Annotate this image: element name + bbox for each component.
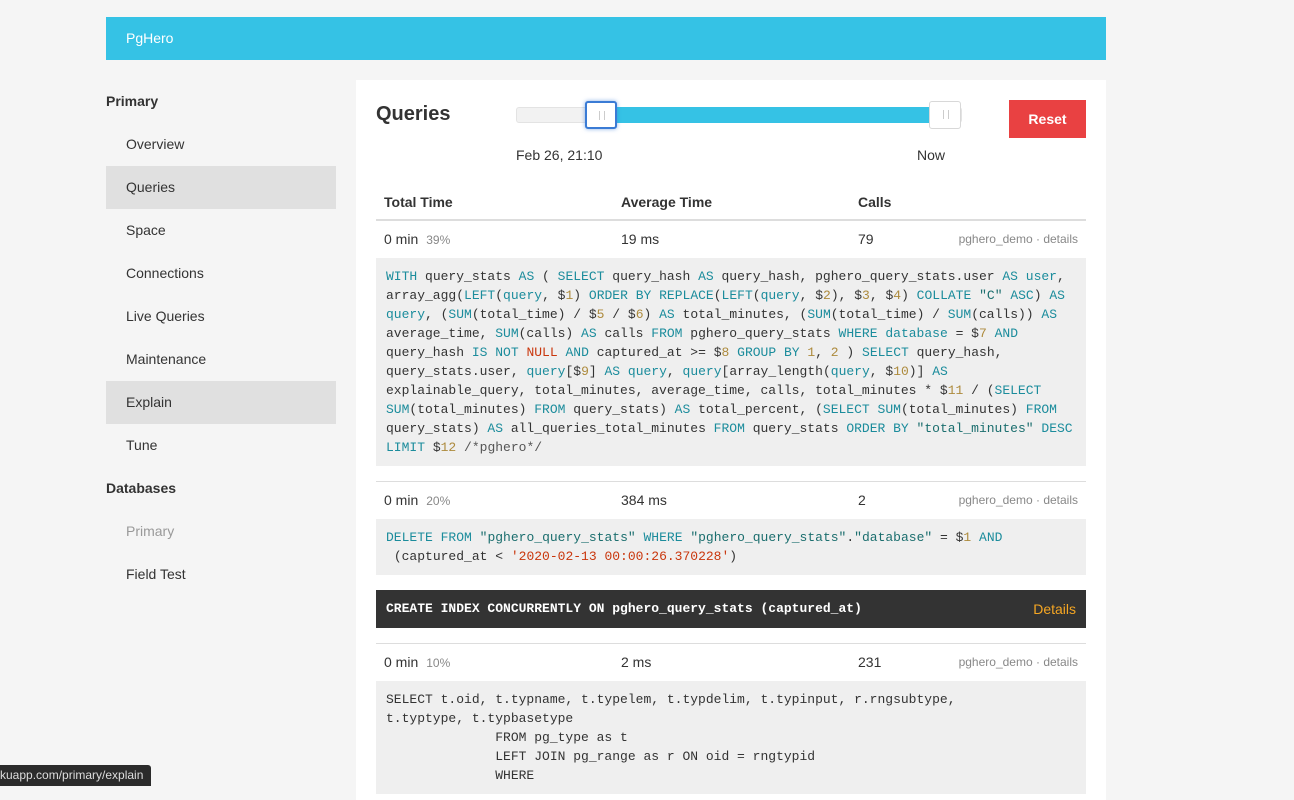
details-link[interactable]: details bbox=[1043, 232, 1078, 246]
percent-value: 20% bbox=[426, 494, 451, 508]
database-name: pghero_demo bbox=[958, 232, 1033, 246]
database-name: pghero_demo bbox=[958, 655, 1033, 669]
header-calls: Calls bbox=[858, 194, 892, 210]
sidebar-item-maintenance[interactable]: Maintenance bbox=[106, 338, 336, 381]
calls-value: 2 bbox=[858, 492, 866, 508]
table-row: 0 min 10% 2 ms 231 pghero_demo · details bbox=[376, 643, 1086, 681]
sidebar-heading-databases: Databases bbox=[106, 480, 177, 496]
details-link[interactable]: details bbox=[1043, 493, 1078, 507]
calls-value: 231 bbox=[858, 654, 882, 670]
meta-separator: · bbox=[1032, 493, 1044, 507]
sidebar-item-queries[interactable]: Queries bbox=[106, 166, 336, 209]
status-bar-url: kuapp.com/primary/explain bbox=[0, 765, 152, 786]
sidebar-item-overview[interactable]: Overview bbox=[106, 123, 336, 166]
slider-end-label: Now bbox=[917, 147, 946, 163]
suggestion-sql: CREATE INDEX CONCURRENTLY ON pghero_quer… bbox=[386, 601, 862, 616]
index-suggestion: CREATE INDEX CONCURRENTLY ON pghero_quer… bbox=[376, 590, 1086, 628]
average-time-value: 384 ms bbox=[621, 492, 667, 508]
table-header: Total Time Average Time Calls bbox=[376, 186, 1086, 221]
database-name: pghero_demo bbox=[958, 493, 1033, 507]
sidebar-item-explain[interactable]: Explain bbox=[106, 381, 336, 424]
app-title-link[interactable]: PgHero bbox=[126, 30, 173, 46]
total-time-value: 0 min bbox=[384, 492, 419, 508]
table-row: 0 min 20% 384 ms 2 pghero_demo · details bbox=[376, 481, 1086, 519]
header-average-time: Average Time bbox=[621, 194, 713, 210]
sidebar-item-db-field-test[interactable]: Field Test bbox=[106, 553, 336, 596]
sidebar-item-tune[interactable]: Tune bbox=[106, 424, 336, 467]
meta-separator: · bbox=[1032, 232, 1044, 246]
sidebar: Primary Overview Queries Space Connectio… bbox=[106, 80, 336, 596]
calls-value: 79 bbox=[858, 231, 874, 247]
main-panel: Queries Feb 26, 21:10 Now Reset Total Ti… bbox=[356, 80, 1106, 800]
average-time-value: 2 ms bbox=[621, 654, 652, 670]
query-sql: SELECT t.oid, t.typname, t.typelem, t.ty… bbox=[376, 681, 1086, 794]
query-sql: WITH query_stats AS ( SELECT query_hash … bbox=[376, 258, 1086, 466]
percent-value: 10% bbox=[426, 656, 451, 670]
slider-range-fill bbox=[587, 107, 933, 123]
header-total-time: Total Time bbox=[384, 194, 453, 210]
slider-start-handle[interactable] bbox=[585, 101, 617, 129]
table-row: 0 min 39% 19 ms 79 pghero_demo · details bbox=[376, 221, 1086, 258]
sidebar-item-space[interactable]: Space bbox=[106, 209, 336, 252]
sidebar-item-connections[interactable]: Connections bbox=[106, 252, 336, 295]
grip-icon bbox=[599, 111, 605, 120]
queries-table: Total Time Average Time Calls 0 min 39% 1… bbox=[376, 186, 1086, 794]
time-range-slider[interactable] bbox=[516, 101, 962, 129]
suggestion-details-link[interactable]: Details bbox=[1033, 590, 1076, 628]
slider-start-label: Feb 26, 21:10 bbox=[516, 147, 603, 163]
total-time-value: 0 min bbox=[384, 231, 419, 247]
sidebar-heading-primary: Primary bbox=[106, 93, 159, 109]
query-sql: DELETE FROM "pghero_query_stats" WHERE "… bbox=[376, 519, 1086, 575]
sidebar-item-live-queries[interactable]: Live Queries bbox=[106, 295, 336, 338]
grip-icon bbox=[943, 110, 949, 119]
percent-value: 39% bbox=[426, 233, 451, 247]
reset-button[interactable]: Reset bbox=[1009, 100, 1086, 138]
page-title: Queries bbox=[376, 103, 451, 125]
slider-end-handle[interactable] bbox=[929, 101, 961, 129]
details-link[interactable]: details bbox=[1043, 655, 1078, 669]
average-time-value: 19 ms bbox=[621, 231, 660, 247]
top-nav-bar: PgHero bbox=[106, 17, 1106, 60]
meta-separator: · bbox=[1032, 655, 1044, 669]
sidebar-item-db-primary[interactable]: Primary bbox=[106, 510, 336, 553]
total-time-value: 0 min bbox=[384, 654, 419, 670]
